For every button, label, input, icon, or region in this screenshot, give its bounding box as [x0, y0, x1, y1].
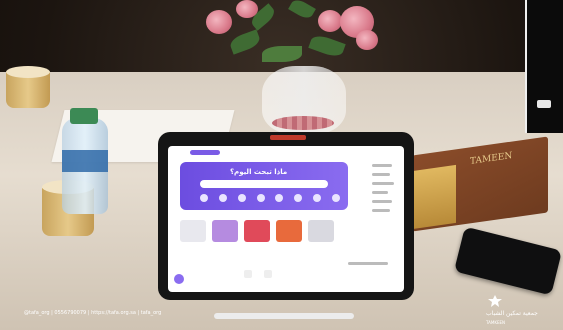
tablet-category-icon — [218, 194, 227, 202]
tablet-category-icon — [331, 194, 340, 202]
brand-name-arabic: جمعية تمكين الشباب — [486, 310, 538, 317]
brand-name-english: TAMKEEN — [486, 320, 505, 325]
photo-footer: @tafa_org | 0556790079 | https://tafa.or… — [0, 298, 563, 330]
tablet-category-icon — [237, 194, 246, 202]
photo-scene: TAMEEN ماذا تبحث اليوم؟ @tafa_org | 0556… — [0, 0, 563, 330]
tablet-search-banner: ماذا تبحث اليوم؟ — [180, 162, 348, 210]
tablet-category-icon — [294, 194, 303, 202]
tablet-category-icon — [275, 194, 284, 202]
tablet-top-bar — [176, 150, 396, 158]
tablet-sidebar — [366, 160, 398, 260]
tablet-category-icon — [313, 194, 322, 202]
vase-pattern — [272, 116, 334, 130]
tablet-product-row — [180, 220, 350, 244]
video-overlay-panel — [525, 0, 563, 133]
tablet-search-bar — [200, 180, 328, 188]
brand-logo-icon — [488, 295, 502, 307]
overlay-highlight — [537, 100, 551, 108]
tablet-top-pill — [190, 150, 220, 155]
tablet-screen: ماذا تبحث اليوم؟ — [168, 146, 404, 292]
gift-box-gold-panel — [412, 164, 456, 230]
tablet-camera — [270, 135, 306, 140]
tablet-category-icon — [256, 194, 265, 202]
social-handles: @tafa_org | 0556790079 | https://tafa.or… — [24, 310, 162, 316]
tablet-banner-title: ماذا تبحث اليوم؟ — [230, 168, 288, 176]
tablet-category-row — [200, 194, 340, 202]
tablet-category-icon — [200, 194, 208, 202]
